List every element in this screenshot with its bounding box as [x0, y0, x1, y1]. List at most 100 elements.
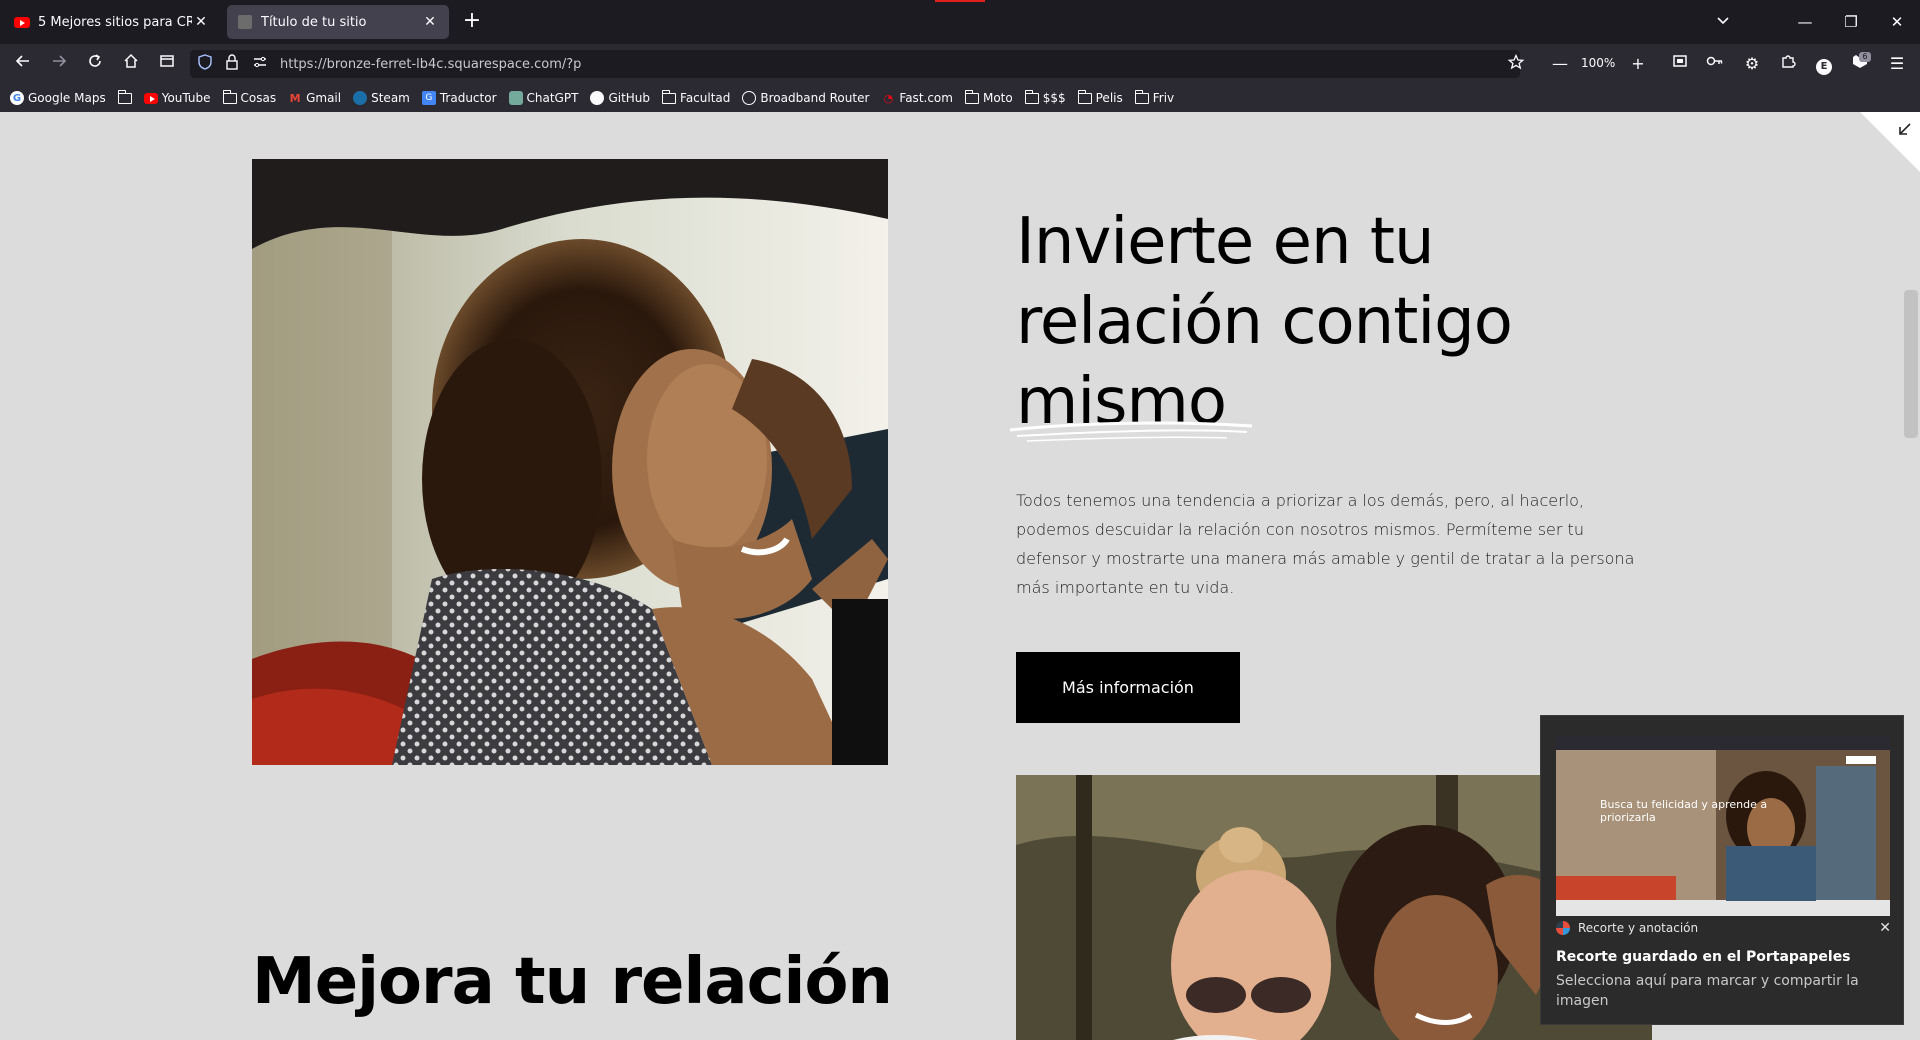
bookmark-folder[interactable] [117, 89, 132, 105]
folder-icon [117, 89, 132, 105]
back-arrow-icon [15, 55, 29, 67]
bookmark-broadband-router[interactable]: Broadband Router [742, 91, 869, 105]
shield-icon[interactable] [198, 54, 212, 74]
close-window-button[interactable]: ✕ [1882, 8, 1912, 36]
folder-icon [222, 89, 237, 105]
toast-app-name: Recorte y anotación [1578, 921, 1699, 935]
bookmark-label: $$$ [1042, 91, 1066, 105]
navigation-toolbar: — 100% + ⚙ E 6 ☰ [0, 44, 1920, 84]
section-paragraph: Todos tenemos una tendencia a priorizar … [1016, 491, 1635, 597]
page-scrollbar-thumb[interactable] [1904, 290, 1918, 438]
bookmark-folder-facultad[interactable]: Facultad [662, 89, 731, 105]
google-icon: G [10, 91, 24, 105]
bookmark-folder-friv[interactable]: Friv [1134, 89, 1174, 105]
bookmark-label: Google Maps [28, 91, 106, 105]
tab-list-button[interactable] [1708, 8, 1738, 36]
url-input[interactable] [280, 54, 1380, 74]
gmail-icon: M [289, 91, 301, 105]
menu-hamburger-icon[interactable]: ☰ [1882, 50, 1912, 78]
chevron-down-icon [1717, 17, 1729, 25]
fast-icon: ◔ [883, 91, 894, 105]
zoom-out-button[interactable]: — [1545, 50, 1575, 78]
bookmark-folder-cosas[interactable]: Cosas [222, 89, 277, 105]
bookmark-folder-moto[interactable]: Moto [964, 89, 1013, 105]
translate-icon: G [421, 91, 436, 105]
snip-notification[interactable]: Busca tu felicidad y aprende a priorizar… [1540, 715, 1904, 1025]
tab-youtube[interactable]: 5 Mejores sitios para CREAR ✕ [4, 5, 220, 39]
address-bar[interactable] [190, 50, 1525, 78]
bookmark-label: Facultad [680, 91, 731, 105]
bookmark-label: ChatGPT [526, 91, 579, 105]
folder-icon [662, 89, 677, 105]
heading-line: Invierte en tu [1016, 205, 1435, 279]
bookmark-youtube[interactable]: YouTube [143, 91, 211, 105]
tab-title: Título de tu sitio [261, 14, 367, 30]
squarespace-icon [237, 14, 253, 30]
youtube-icon [143, 91, 158, 105]
screenshot-thumbnail[interactable]: Busca tu felicidad y aprende a priorizar… [1556, 736, 1890, 916]
close-icon[interactable]: ✕ [1879, 914, 1891, 942]
lock-icon[interactable] [226, 54, 238, 74]
section2-heading: Mejora tu relación [252, 945, 893, 1019]
snipping-tool-icon [1556, 921, 1570, 935]
reload-button[interactable] [80, 50, 110, 78]
steam-icon [353, 91, 368, 105]
bookmark-label: GitHub [608, 91, 651, 105]
reload-icon [89, 54, 101, 67]
hero-photo-woman-in-car [252, 159, 888, 765]
more-info-button[interactable]: Más información [1016, 652, 1240, 723]
tab-strip: 5 Mejores sitios para CREAR ✕ Título de … [0, 0, 1920, 44]
zoom-level[interactable]: 100% [1581, 56, 1615, 70]
bookmark-label: Fast.com [899, 91, 953, 105]
screenshot-icon[interactable] [1665, 50, 1695, 78]
folder-icon [1134, 89, 1149, 105]
bookmark-fast-com[interactable]: ◔ Fast.com [881, 91, 953, 105]
bookmark-traductor[interactable]: G Traductor [421, 91, 497, 105]
corner-fold-decoration [1860, 112, 1920, 172]
sidebar-icon [160, 55, 174, 67]
bookmark-label: Moto [982, 91, 1013, 105]
underline-swash-decoration [1009, 421, 1253, 442]
settings-gear-icon[interactable]: ⚙ [1737, 50, 1767, 78]
bookmark-folder-pelis[interactable]: Pelis [1077, 89, 1123, 105]
home-button[interactable] [116, 50, 146, 78]
close-icon[interactable]: ✕ [192, 14, 210, 30]
sidebar-button[interactable] [152, 50, 182, 78]
bookmark-github[interactable]: GitHub [590, 91, 650, 105]
github-icon [590, 91, 605, 105]
extensions-puzzle-icon[interactable] [1773, 50, 1803, 78]
bookmark-label: Broadband Router [760, 91, 870, 105]
back-button[interactable] [8, 50, 38, 78]
toast-body: Selecciona aquí para marcar y compartir … [1556, 973, 1859, 1009]
bookmark-steam[interactable]: Steam [353, 91, 410, 105]
bookmark-star-icon[interactable] [1507, 53, 1525, 74]
bookmark-label: Steam [371, 91, 410, 105]
close-icon[interactable]: ✕ [421, 14, 439, 30]
account-avatar-icon[interactable]: E [1809, 50, 1839, 78]
toast-title: Recorte guardado en el Portapapeles [1556, 949, 1851, 965]
folder-icon [1077, 89, 1092, 105]
bookmark-gmail[interactable]: M Gmail [288, 91, 342, 105]
chatgpt-icon [508, 91, 523, 105]
password-key-icon[interactable] [1700, 50, 1730, 78]
extension-badge: 6 [1859, 52, 1871, 62]
bookmark-folder-money[interactable]: $$$ [1024, 89, 1066, 105]
folder-icon [964, 89, 979, 105]
new-tab-button[interactable]: + [458, 8, 486, 36]
permissions-icon[interactable] [252, 54, 268, 74]
extension-icon[interactable]: 6 [1845, 50, 1875, 78]
restore-button[interactable]: ❐ [1836, 8, 1866, 36]
bookmark-label: YouTube [161, 91, 211, 105]
bookmark-label: Traductor [439, 91, 497, 105]
minimize-button[interactable]: — [1790, 8, 1820, 36]
forward-button[interactable] [44, 50, 74, 78]
bookmark-chatgpt[interactable]: ChatGPT [508, 91, 579, 105]
folder-icon [1024, 89, 1039, 105]
zoom-in-button[interactable]: + [1623, 50, 1653, 78]
globe-icon [742, 91, 757, 105]
bookmark-label: Cosas [240, 91, 277, 105]
thumbnail-caption: Busca tu felicidad y aprende a priorizar… [1600, 798, 1768, 824]
bookmark-google-maps[interactable]: G Google Maps [10, 91, 106, 105]
bookmark-label: Pelis [1095, 91, 1123, 105]
tab-squarespace[interactable]: Título de tu sitio ✕ [227, 5, 449, 39]
